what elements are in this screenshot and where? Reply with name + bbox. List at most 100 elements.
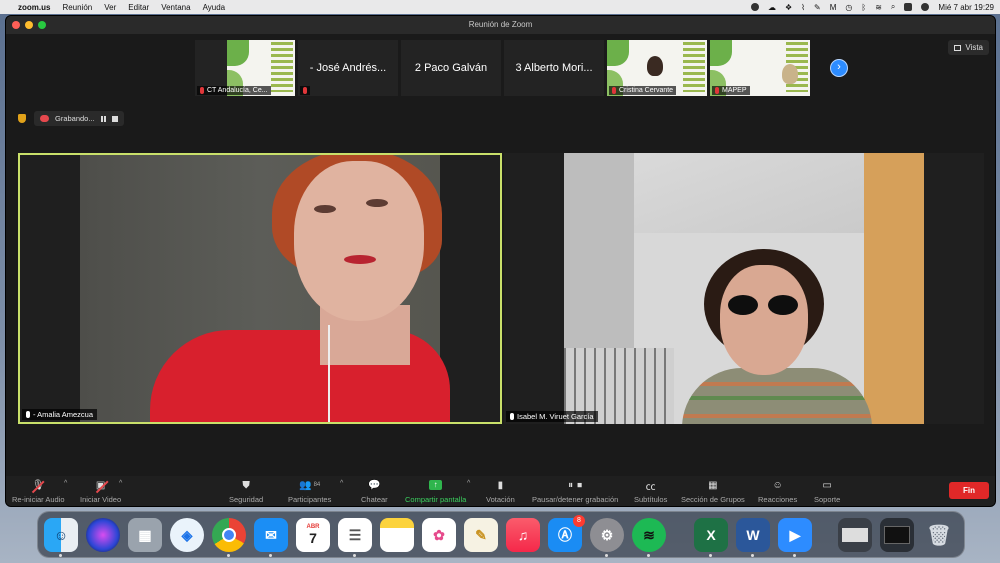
participant-mic-label: [300, 86, 310, 95]
participants-button[interactable]: 👥 84 Participantes: [288, 478, 331, 505]
participant-name: Isabel M. Viruet García: [517, 412, 594, 421]
search-icon[interactable]: ⌕: [891, 2, 895, 12]
stop-recording-icon[interactable]: [111, 115, 118, 122]
notes-icon[interactable]: [380, 518, 414, 552]
finder-icon[interactable]: ☺: [44, 518, 78, 557]
reactions-button[interactable]: ☺ Reacciones: [758, 478, 797, 505]
security-button[interactable]: ⛊ Seguridad: [229, 478, 263, 505]
menu-ayuda[interactable]: Ayuda: [203, 3, 226, 12]
zoom-app-icon[interactable]: ▶: [778, 518, 812, 557]
excel-icon[interactable]: X: [694, 518, 728, 557]
system-preferences-icon[interactable]: ⚙: [590, 518, 624, 557]
close-window-button[interactable]: [12, 21, 20, 29]
participant-thumb-cristina[interactable]: Cristina Cervante: [607, 40, 707, 96]
video-name-label: Isabel M. Viruet García: [506, 411, 598, 422]
participant-thumb-paco-galvan[interactable]: 2 Paco Galván: [401, 40, 501, 96]
calendar-icon[interactable]: ABR 7: [296, 518, 330, 552]
end-meeting-button[interactable]: Fin: [949, 482, 989, 499]
gmail-icon[interactable]: M: [830, 3, 837, 12]
participant-video: [80, 155, 450, 422]
tool-icon[interactable]: ✎: [814, 3, 821, 12]
photos-icon[interactable]: ✿: [422, 518, 456, 552]
mail-icon[interactable]: ✉: [254, 518, 288, 557]
participant-thumb-alberto[interactable]: 3 Alberto Mori...: [504, 40, 604, 96]
launchpad-icon[interactable]: ▦: [128, 518, 162, 552]
mic-muted-icon: [303, 87, 307, 94]
app-store-icon[interactable]: Ⓐ 8: [548, 515, 585, 552]
recording-label: Grabando...: [55, 114, 95, 123]
grid-view-icon: [954, 44, 962, 51]
support-label: Soporte: [814, 495, 841, 504]
share-options-chevron-icon[interactable]: ^: [467, 480, 470, 487]
share-screen-button[interactable]: ↑ Compartir pantalla: [405, 478, 466, 504]
video-tile[interactable]: Isabel M. Viruet García: [504, 153, 984, 424]
record-control-button[interactable]: ⏸ ⏹ Pausar/detener grabación: [532, 478, 618, 505]
bluetooth-icon[interactable]: ᛒ: [861, 3, 866, 12]
reminders-icon[interactable]: ☰: [338, 518, 372, 557]
antenna-icon[interactable]: ⌇: [801, 3, 805, 12]
poll-label: Votación: [486, 495, 515, 504]
cloud-record-icon: [40, 115, 49, 122]
view-button[interactable]: Vista: [948, 40, 989, 55]
traffic-lights: [12, 21, 46, 29]
siri-icon[interactable]: [86, 518, 120, 552]
participant-thumb-ct-andalucia[interactable]: CT Andalucía, Ce...: [195, 40, 295, 96]
security-shield-icon[interactable]: [18, 114, 26, 123]
video-options-chevron-icon[interactable]: ^: [119, 480, 122, 487]
status-app-icon[interactable]: [750, 3, 759, 11]
audio-button[interactable]: 🎙 Re-iniciar Audio: [12, 478, 65, 505]
support-button[interactable]: ▭ Soporte: [814, 478, 841, 505]
siri-icon[interactable]: [921, 3, 930, 11]
word-icon[interactable]: W: [736, 518, 770, 557]
mic-muted-icon: [200, 87, 204, 94]
audio-options-chevron-icon[interactable]: ^: [64, 480, 67, 487]
menu-app-name[interactable]: zoom.us: [18, 3, 50, 12]
dropbox-icon[interactable]: ❖: [785, 3, 792, 12]
stop-icon: ⏹: [577, 479, 583, 491]
mic-muted-icon: [715, 87, 719, 94]
video-tile-active-speaker[interactable]: - Amalia Amezcua: [18, 153, 502, 424]
participants-chevron-icon[interactable]: ^: [340, 480, 343, 487]
video-name-label: - Amalia Amezcua: [22, 409, 98, 420]
next-page-button[interactable]: ›: [830, 59, 848, 77]
video-button[interactable]: ▣ Iniciar Video: [80, 478, 121, 505]
participant-name: MAPEP: [722, 87, 747, 94]
view-label: Vista: [965, 43, 983, 52]
window-thumbnail-icon[interactable]: [838, 518, 872, 552]
subtitles-label: Subtítulos: [634, 495, 668, 504]
trash-icon[interactable]: 🗑: [922, 518, 956, 552]
menubar-clock[interactable]: Mié 7 abr 19:29: [938, 3, 994, 12]
menu-reunion[interactable]: Reunión: [62, 3, 92, 12]
participant-video: [564, 153, 924, 424]
control-center-icon[interactable]: [904, 3, 913, 11]
participant-thumb-mapep[interactable]: MAPEP: [710, 40, 810, 96]
menu-ver[interactable]: Ver: [104, 3, 116, 12]
pause-recording-icon[interactable]: [100, 115, 106, 122]
window-thumbnail-icon[interactable]: [880, 518, 914, 552]
subtitles-button[interactable]: ㏄ Subtítulos: [634, 478, 668, 505]
participant-name: - José Andrés...: [309, 62, 387, 74]
chat-button[interactable]: 💬 Chatear: [361, 478, 388, 505]
participant-strip: CT Andalucía, Ce... - José Andrés... 2 P…: [195, 40, 810, 96]
window-titlebar[interactable]: Reunión de Zoom: [6, 16, 995, 34]
breakout-label: Sección de Grupos: [681, 495, 745, 504]
poll-button[interactable]: ▮ Votación: [486, 478, 515, 505]
chrome-icon[interactable]: [212, 518, 246, 557]
breakout-rooms-button[interactable]: ▦ Sección de Grupos: [681, 478, 745, 505]
participant-name: - Amalia Amezcua: [33, 410, 94, 419]
clock-icon[interactable]: ◷: [845, 3, 852, 12]
menu-ventana[interactable]: Ventana: [161, 3, 190, 12]
screen-share-icon: ▭: [822, 479, 832, 491]
wifi-icon[interactable]: ≋: [875, 3, 882, 12]
pages-pencil-icon[interactable]: ✎: [464, 518, 498, 552]
macos-menubar: zoom.us Reunión Ver Editar Ventana Ayuda…: [0, 0, 1000, 14]
music-icon[interactable]: ♫: [506, 518, 540, 552]
minimize-window-button[interactable]: [25, 21, 33, 29]
menu-editar[interactable]: Editar: [128, 3, 149, 12]
fullscreen-window-button[interactable]: [38, 21, 46, 29]
participant-thumb-jose-andres[interactable]: - José Andrés...: [298, 40, 398, 96]
desktop: zoom.us Reunión Ver Editar Ventana Ayuda…: [0, 0, 1000, 563]
spotify-icon[interactable]: ≋: [632, 518, 666, 557]
safari-icon[interactable]: ◈: [170, 518, 204, 552]
cloud-icon[interactable]: ☁: [768, 3, 776, 12]
